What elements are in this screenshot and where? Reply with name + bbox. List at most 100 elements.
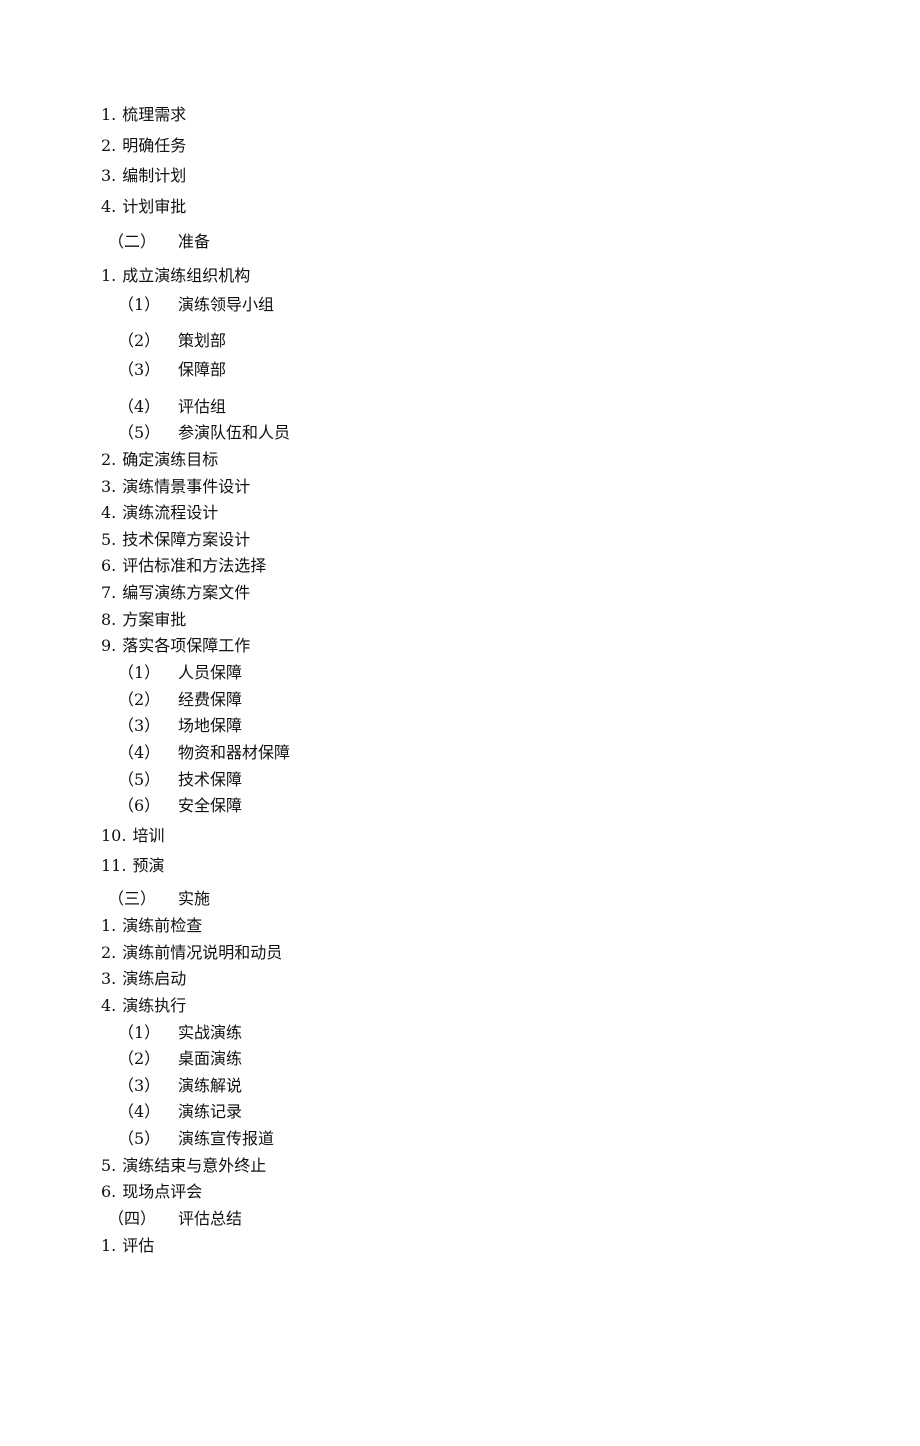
item-number: 3.: [101, 477, 117, 496]
item-number: 1.: [101, 1236, 117, 1255]
item-text: 预演: [132, 856, 165, 875]
item-text: 实施: [178, 889, 211, 908]
sub-list-item: （5） 参演队伍和人员: [118, 423, 290, 443]
item-text: 落实各项保障工作: [122, 636, 251, 655]
item-number: 5.: [101, 1156, 117, 1175]
item-number: （三）: [108, 889, 157, 908]
item-text: 演练前情况说明和动员: [122, 943, 283, 962]
list-item: 5. 技术保障方案设计: [101, 530, 250, 550]
sub-list-item: （4） 评估组: [118, 397, 226, 417]
list-item: 1. 评估: [101, 1236, 154, 1256]
item-text: 准备: [178, 232, 211, 251]
item-number: 4.: [101, 503, 117, 522]
item-text: 演练宣传报道: [178, 1129, 275, 1148]
item-number: （1）: [118, 1023, 161, 1042]
item-text: 计划审批: [122, 197, 187, 216]
item-number: （3）: [118, 1076, 161, 1095]
item-text: 成立演练组织机构: [122, 266, 251, 285]
list-item: 4. 计划审批: [101, 197, 186, 217]
item-text: 演练启动: [122, 969, 187, 988]
item-text: 演练流程设计: [122, 503, 219, 522]
item-text: 技术保障: [178, 770, 243, 789]
item-number: （4）: [118, 397, 161, 416]
section-heading: （四） 评估总结: [108, 1209, 242, 1229]
sub-list-item: （5） 技术保障: [118, 770, 242, 790]
item-text: 明确任务: [122, 136, 187, 155]
list-item: 1. 成立演练组织机构: [101, 266, 250, 286]
item-number: （3）: [118, 360, 161, 379]
sub-list-item: （3） 场地保障: [118, 716, 242, 736]
sub-list-item: （2） 桌面演练: [118, 1049, 242, 1069]
item-number: （2）: [118, 331, 161, 350]
item-text: 安全保障: [178, 796, 243, 815]
list-item: 4. 演练流程设计: [101, 503, 218, 523]
item-number: 3.: [101, 969, 117, 988]
item-number: （5）: [118, 770, 161, 789]
section-heading: （三） 实施: [108, 889, 210, 909]
item-number: （1）: [118, 663, 161, 682]
list-item: 5. 演练结束与意外终止: [101, 1156, 266, 1176]
item-number: （2）: [118, 690, 161, 709]
sub-list-item: （5） 演练宣传报道: [118, 1129, 274, 1149]
item-text: 梳理需求: [122, 105, 187, 124]
list-item: 9. 落实各项保障工作: [101, 636, 250, 656]
item-text: 培训: [132, 826, 165, 845]
item-number: （5）: [118, 1129, 161, 1148]
item-number: （二）: [108, 232, 157, 251]
list-item: 3. 演练启动: [101, 969, 186, 989]
list-item: 1. 梳理需求: [101, 105, 186, 125]
item-number: （2）: [118, 1049, 161, 1068]
item-text: 场地保障: [178, 716, 243, 735]
item-number: 11.: [101, 856, 127, 875]
list-item: 3. 编制计划: [101, 166, 186, 186]
item-text: 评估标准和方法选择: [122, 556, 267, 575]
sub-list-item: （6） 安全保障: [118, 796, 242, 816]
sub-list-item: （4） 演练记录: [118, 1102, 242, 1122]
item-number: 1.: [101, 105, 117, 124]
sub-list-item: （1） 人员保障: [118, 663, 242, 683]
item-number: （5）: [118, 423, 161, 442]
item-number: 5.: [101, 530, 117, 549]
item-number: 8.: [101, 610, 117, 629]
item-number: 6.: [101, 556, 117, 575]
document-page: 1. 梳理需求 2. 明确任务 3. 编制计划 4. 计划审批 （二） 准备 1. 成立演练组织机构 （…: [0, 0, 920, 1446]
item-number: （3）: [118, 716, 161, 735]
list-item: 7. 编写演练方案文件: [101, 583, 250, 603]
item-number: 7.: [101, 583, 117, 602]
sub-list-item: （2） 策划部: [118, 331, 226, 351]
list-item: 11. 预演: [101, 856, 164, 876]
item-number: 2.: [101, 943, 117, 962]
item-number: 1.: [101, 916, 117, 935]
item-text: 桌面演练: [178, 1049, 243, 1068]
list-item: 6. 现场点评会: [101, 1182, 202, 1202]
item-text: 参演队伍和人员: [178, 423, 291, 442]
item-text: 编制计划: [122, 166, 187, 185]
item-text: 演练执行: [122, 996, 187, 1015]
item-text: 评估总结: [178, 1209, 243, 1228]
item-text: 演练前检查: [122, 916, 203, 935]
list-item: 2. 演练前情况说明和动员: [101, 943, 282, 963]
sub-list-item: （4） 物资和器材保障: [118, 743, 290, 763]
list-item: 6. 评估标准和方法选择: [101, 556, 266, 576]
sub-list-item: （1） 演练领导小组: [118, 295, 274, 315]
sub-list-item: （3） 保障部: [118, 360, 226, 380]
sub-list-item: （3） 演练解说: [118, 1076, 242, 1096]
item-text: 现场点评会: [122, 1182, 203, 1201]
list-item: 2. 确定演练目标: [101, 450, 218, 470]
item-text: 技术保障方案设计: [122, 530, 251, 549]
item-number: 4.: [101, 996, 117, 1015]
sub-list-item: （2） 经费保障: [118, 690, 242, 710]
item-number: （四）: [108, 1209, 157, 1228]
item-text: 保障部: [178, 360, 227, 379]
list-item: 10. 培训: [101, 826, 164, 846]
item-text: 人员保障: [178, 663, 243, 682]
item-number: 2.: [101, 450, 117, 469]
item-number: （6）: [118, 796, 161, 815]
item-number: 9.: [101, 636, 117, 655]
item-text: 评估: [122, 1236, 155, 1255]
item-text: 演练结束与意外终止: [122, 1156, 267, 1175]
item-text: 演练解说: [178, 1076, 243, 1095]
item-number: （4）: [118, 743, 161, 762]
item-number: 10.: [101, 826, 127, 845]
list-item: 1. 演练前检查: [101, 916, 202, 936]
